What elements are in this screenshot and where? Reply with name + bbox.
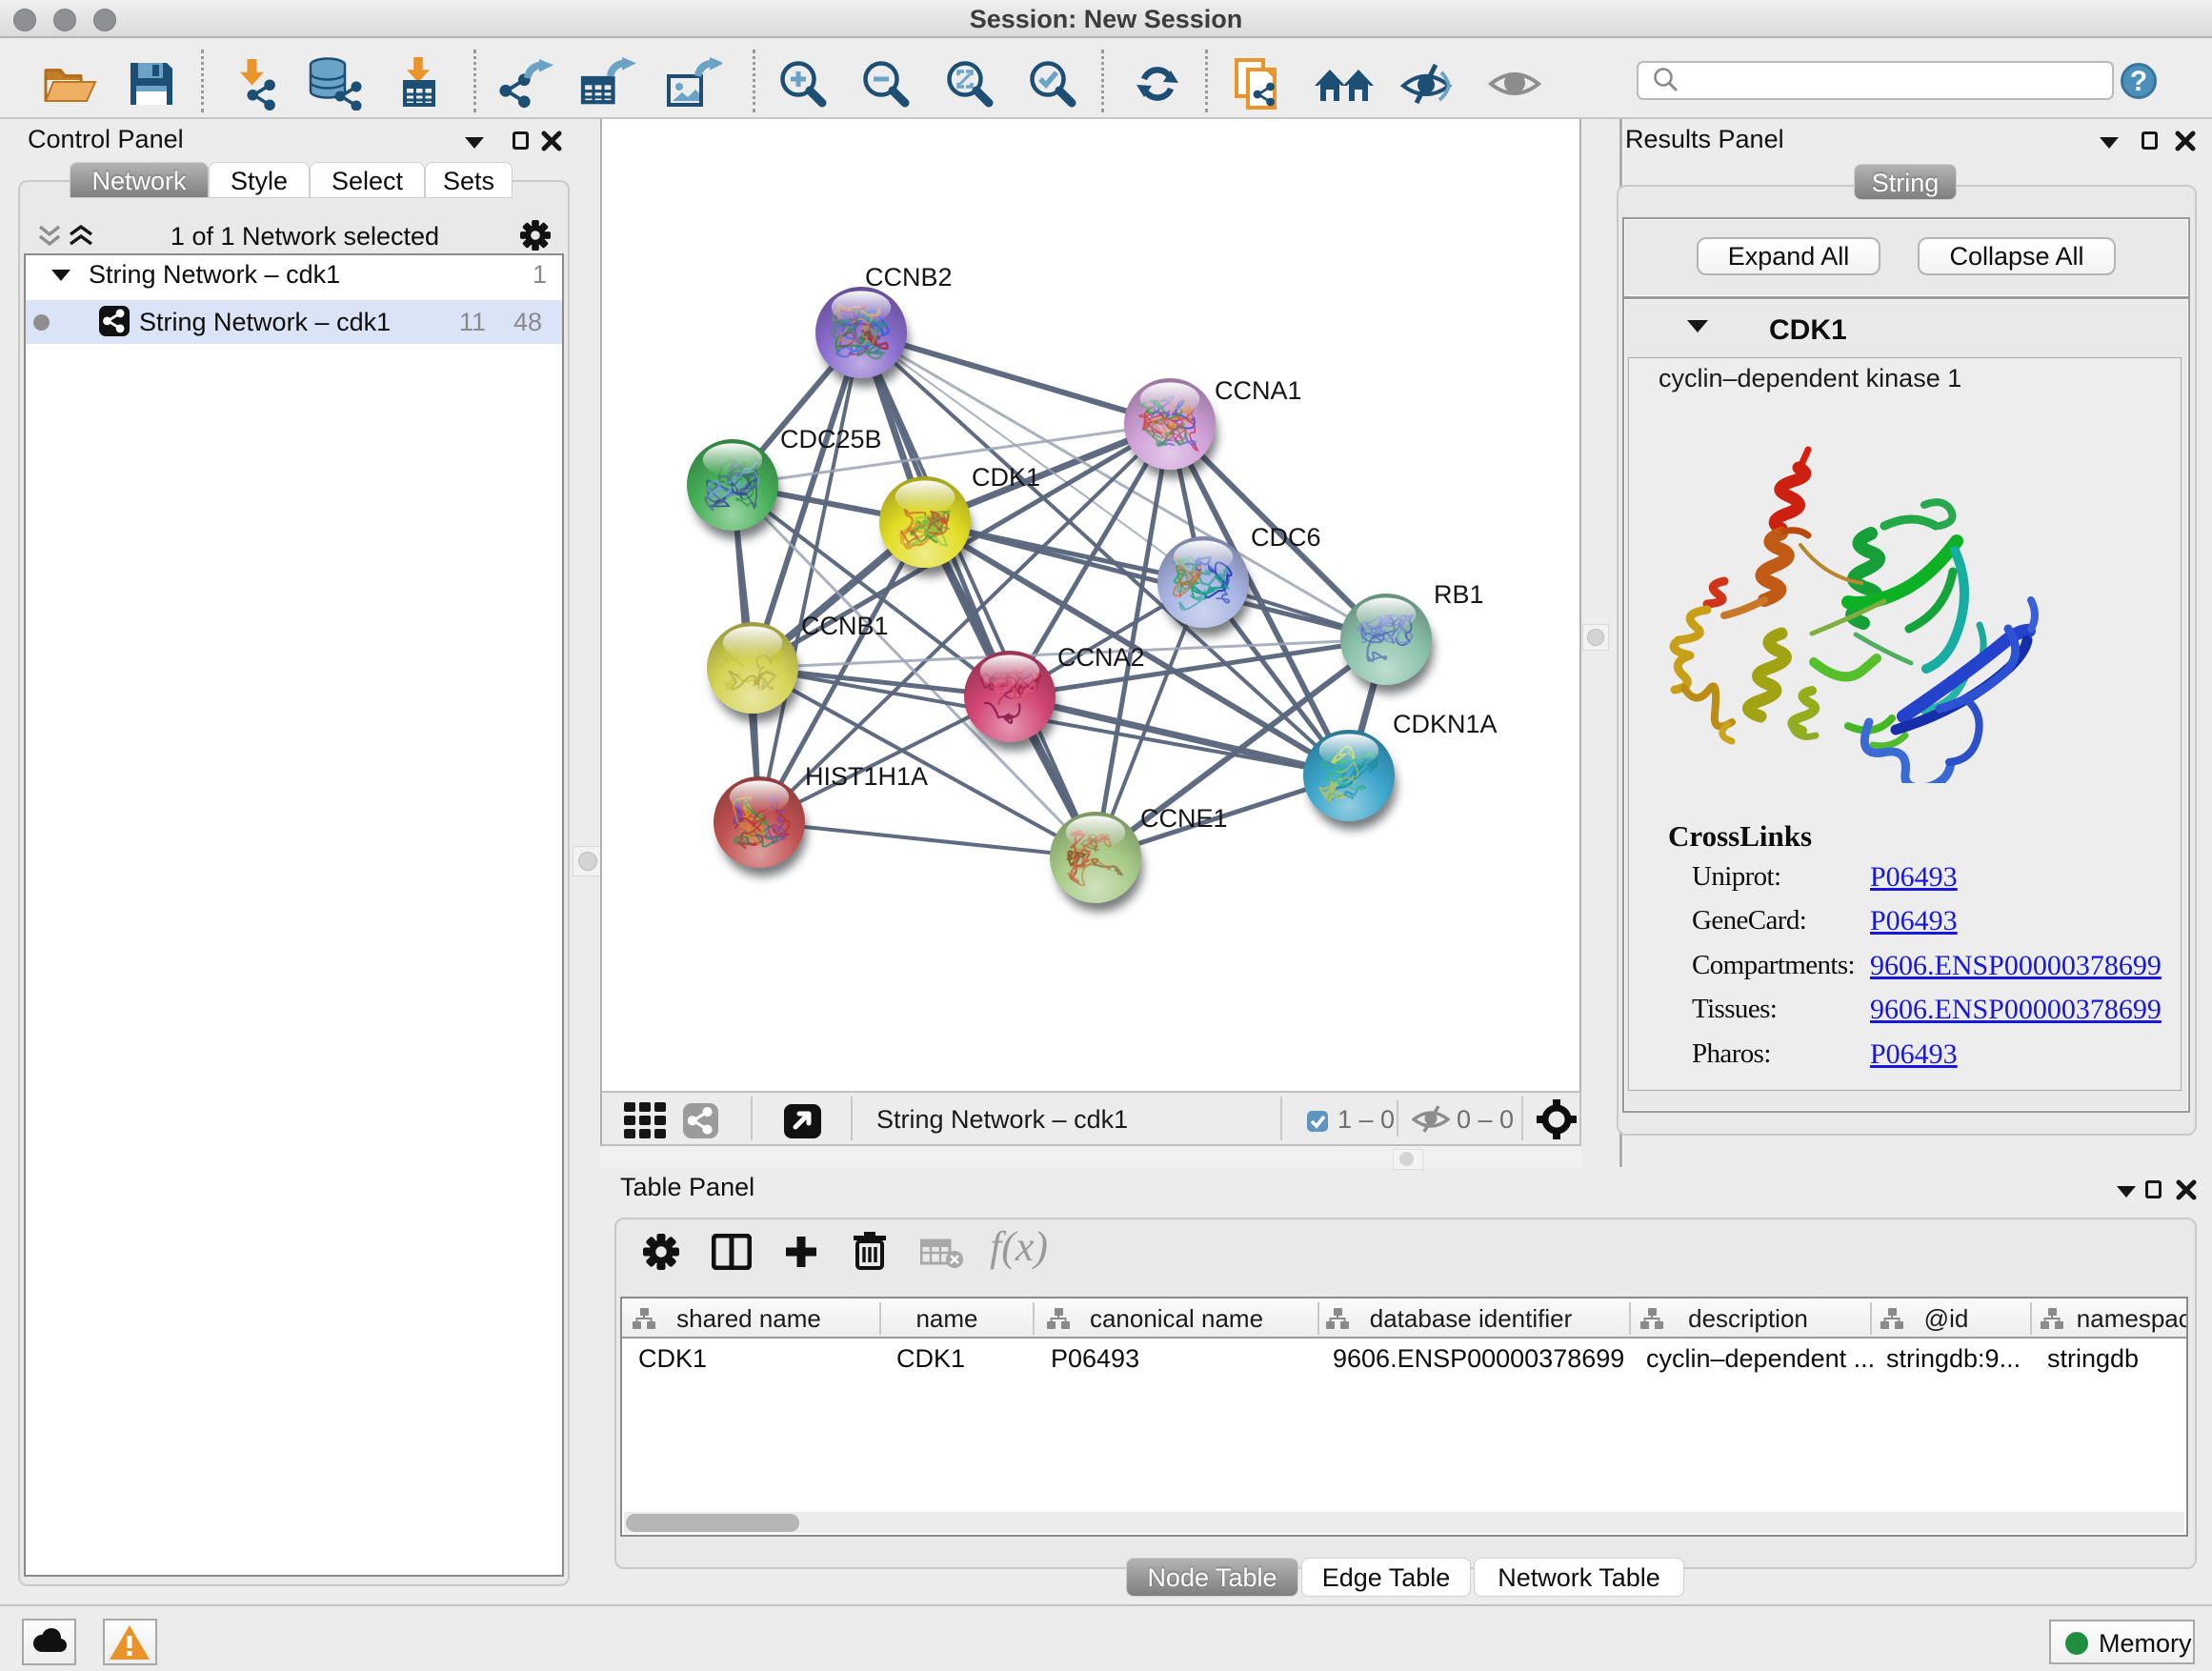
svg-text:RB1: RB1 [1434,580,1484,609]
svg-text:CDK1: CDK1 [972,463,1040,492]
svg-text:CDC25B: CDC25B [780,425,882,453]
svg-text:CCNB2: CCNB2 [865,263,953,292]
svg-text:CCNB1: CCNB1 [801,612,889,640]
svg-text:CCNA2: CCNA2 [1057,643,1145,672]
svg-text:CDKN1A: CDKN1A [1393,710,1498,738]
svg-text:HIST1H1A: HIST1H1A [805,762,928,791]
svg-text:CDC6: CDC6 [1251,523,1321,552]
svg-text:CCNA1: CCNA1 [1215,376,1302,405]
svg-text:CCNE1: CCNE1 [1140,804,1228,833]
